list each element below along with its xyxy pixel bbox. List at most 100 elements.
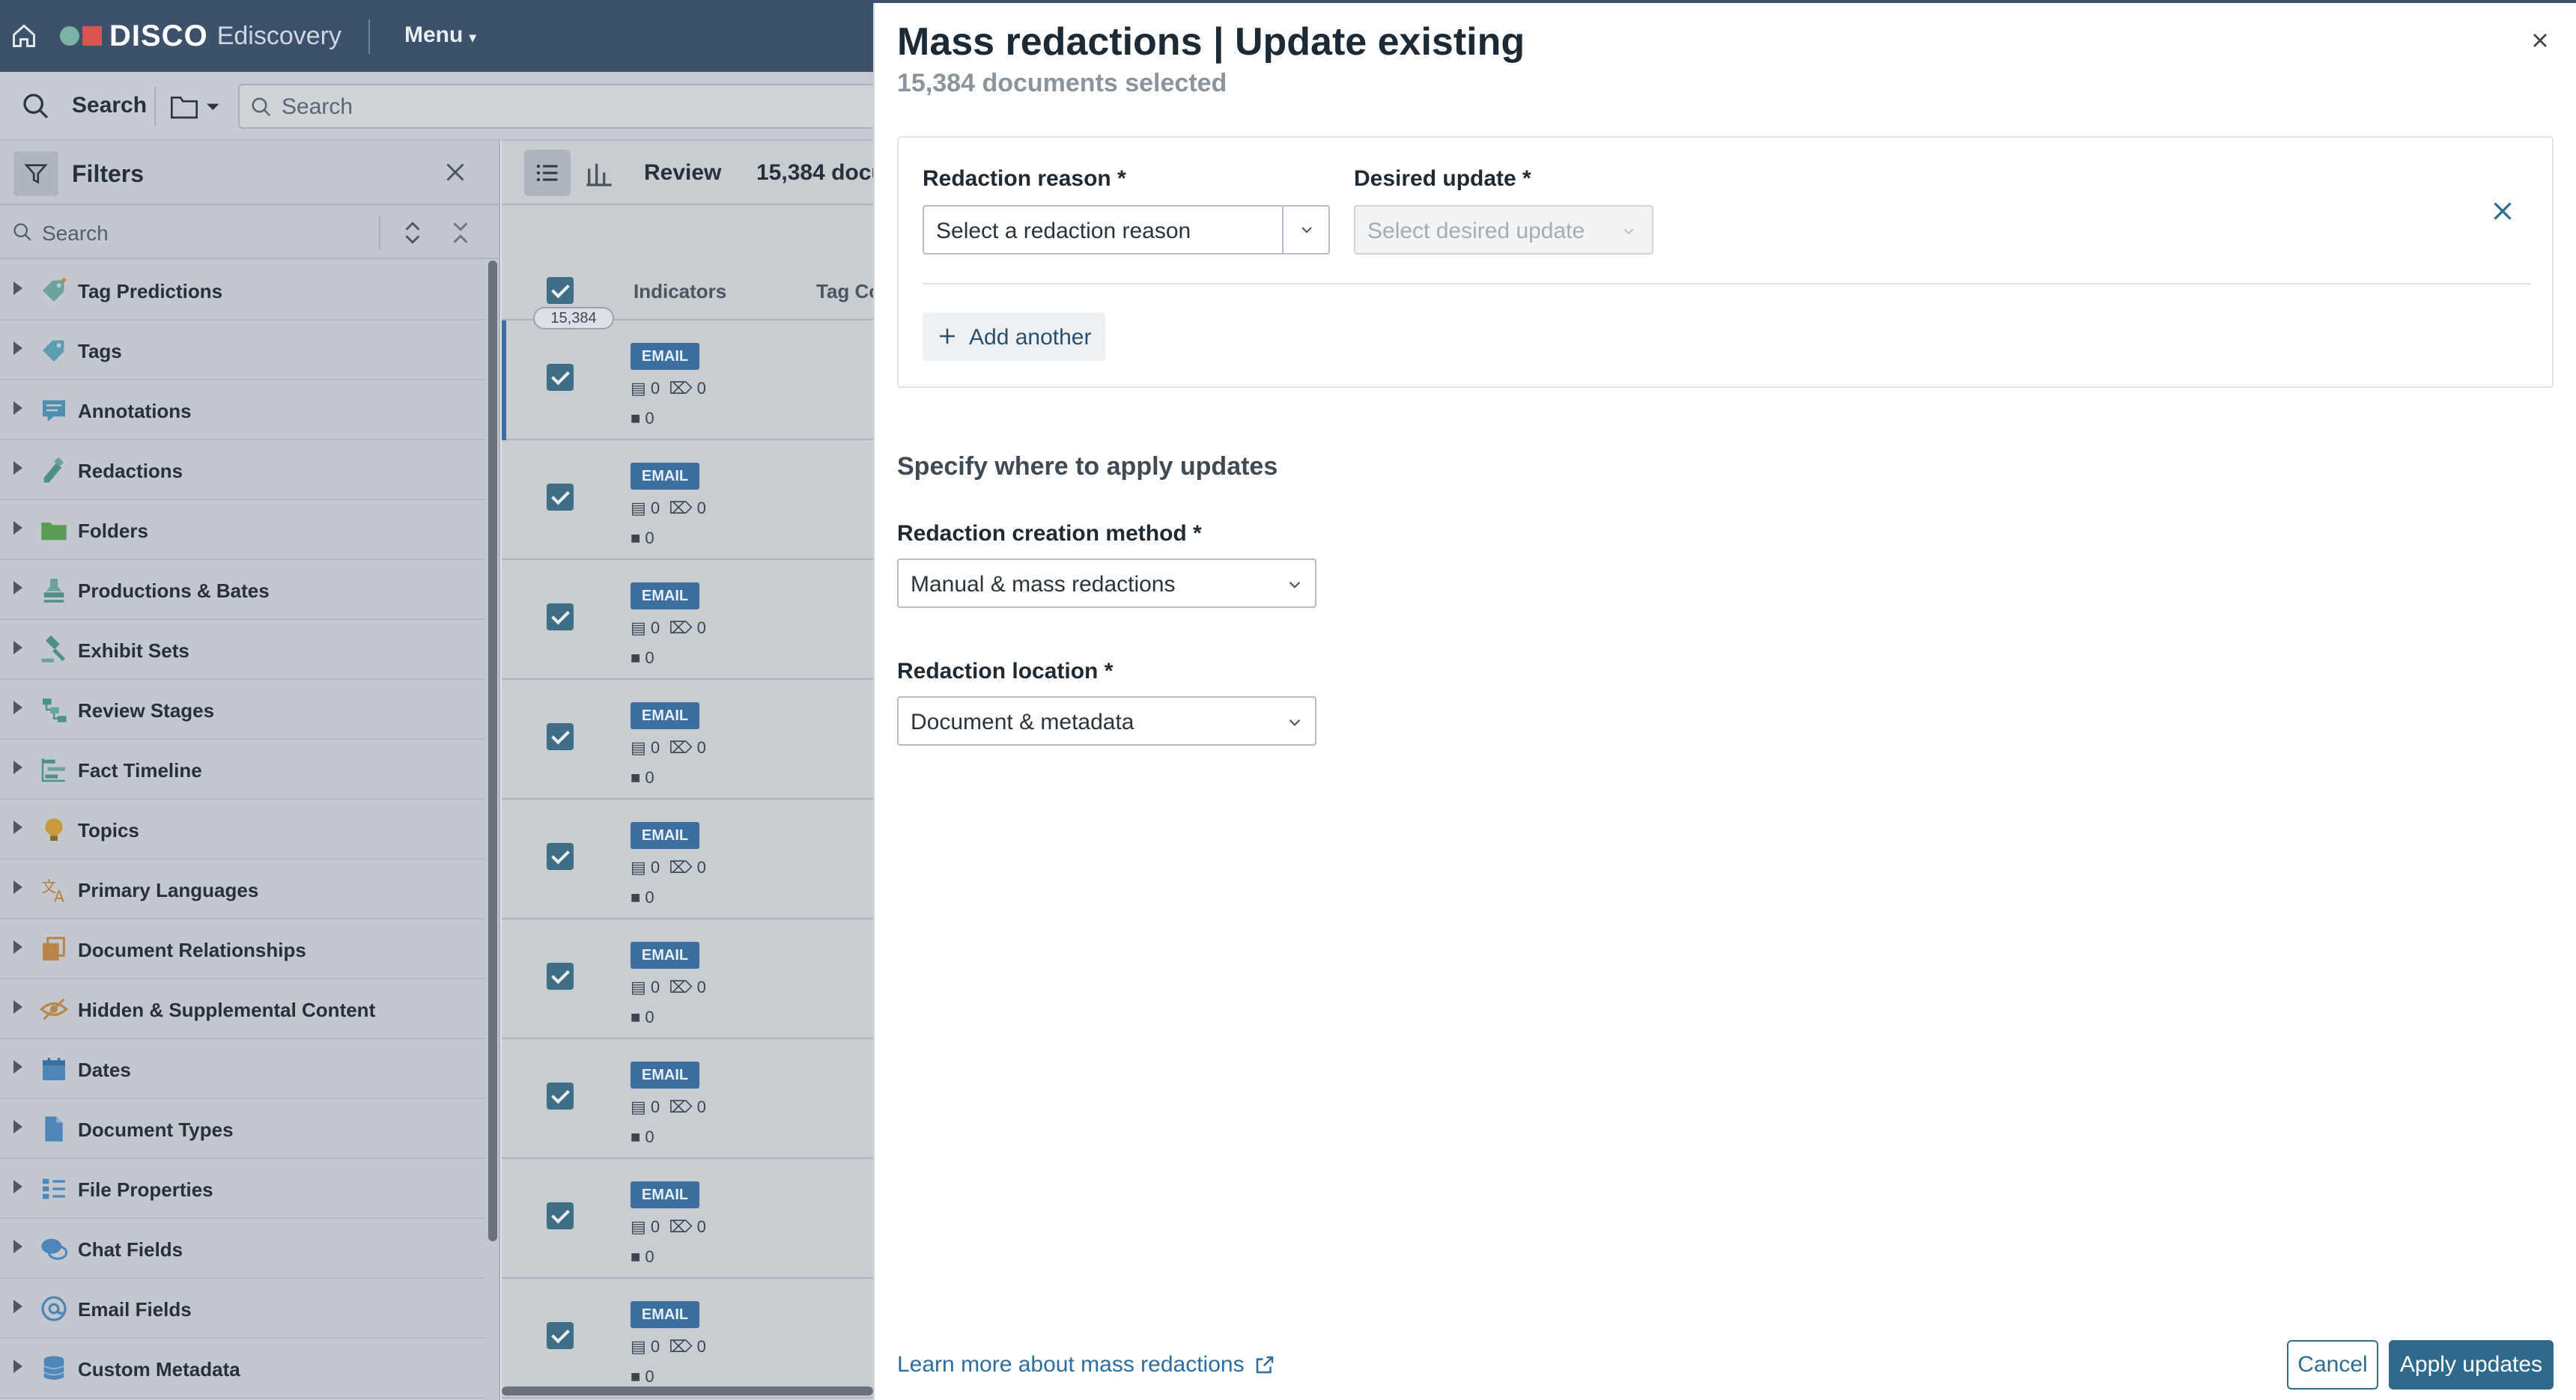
close-icon[interactable] [2528,28,2552,52]
expand-arrow-icon[interactable] [13,581,22,594]
row-checkbox[interactable] [547,1083,574,1110]
expand-arrow-icon[interactable] [13,880,22,894]
document-row[interactable]: EMAIL ▤ 0 ⌦ 0 ■ 0 [502,919,873,1039]
filter-item[interactable]: Productions & Bates [0,560,485,620]
filter-item[interactable]: Tags [0,320,485,380]
filter-item[interactable]: Hidden & Supplemental Content [0,979,485,1039]
learn-more-link[interactable]: Learn more about mass redactions [897,1352,1276,1378]
row-checkbox[interactable] [547,603,574,630]
redaction-location-select[interactable]: Document & metadata [897,696,1316,746]
expand-arrow-icon[interactable] [13,341,22,355]
menu-button[interactable]: Menu ▾ [404,22,476,48]
row-folder-indicator: ■ 0 [631,1127,654,1147]
apply-updates-button[interactable]: Apply updates [2389,1340,2554,1390]
close-filters-icon[interactable] [442,159,469,186]
document-row[interactable]: EMAIL ▤ 0 ⌦ 0 ■ 0 [502,1159,873,1279]
column-indicators[interactable]: Indicators [634,280,726,303]
creation-method-label: Redaction creation method * [897,521,1202,546]
folder-dropdown-icon[interactable] [169,91,222,121]
document-row[interactable]: EMAIL ▤ 0 ⌦ 0 ■ 0 [502,560,873,680]
expand-arrow-icon[interactable] [13,761,22,774]
home-icon[interactable] [10,22,37,49]
expand-arrow-icon[interactable] [13,281,22,295]
filter-item[interactable]: Topics [0,800,485,859]
filter-item[interactable]: Annotations [0,380,485,440]
row-checkbox[interactable] [547,1202,574,1229]
document-row[interactable]: EMAIL ▤ 0 ⌦ 0 ■ 0 [502,800,873,919]
select-all-checkbox[interactable] [547,277,574,304]
filters-scrollbar[interactable] [488,261,497,1241]
expand-arrow-icon[interactable] [13,1300,22,1313]
expand-arrow-icon[interactable] [13,461,22,475]
filter-item-label: Email Fields [78,1298,192,1321]
collapse-all-icon[interactable] [449,220,472,246]
filter-item[interactable]: 文 A Primary Languages [0,859,485,919]
filter-item[interactable]: Dates [0,1039,485,1099]
filter-item[interactable]: Tag Predictions [0,261,485,320]
expand-arrow-icon[interactable] [13,1120,22,1133]
expand-arrow-icon[interactable] [13,1180,22,1193]
comment-icon: ▤ [631,618,646,637]
filter-search-input[interactable]: Search [0,207,499,259]
document-horizontal-scrollbar[interactable] [502,1387,873,1396]
search-icon[interactable] [21,91,51,121]
desired-update-placeholder: Select desired update [1367,219,1585,243]
creation-method-select[interactable]: Manual & mass redactions [897,559,1316,608]
row-checkbox[interactable] [547,963,574,990]
mass-redactions-modal: Mass redactions | Update existing 15,384… [873,3,2576,1400]
filter-item[interactable]: Exhibit Sets [0,620,485,680]
redaction-reason-dropdown-button[interactable] [1282,207,1328,253]
row-checkbox[interactable] [547,484,574,511]
search-label[interactable]: Search [72,93,147,118]
desired-update-select[interactable]: Select desired update [1354,205,1653,255]
filter-item[interactable]: Redactions [0,440,485,500]
chart-view-icon[interactable] [584,159,614,189]
filter-item[interactable]: Fact Timeline [0,740,485,800]
filter-item[interactable]: Custom Metadata [0,1339,485,1399]
expand-arrow-icon[interactable] [13,1360,22,1373]
expand-arrow-icon[interactable] [13,1000,22,1014]
filter-item[interactable]: Email Fields [0,1279,485,1339]
row-checkbox[interactable] [547,1322,574,1349]
expand-arrow-icon[interactable] [13,521,22,535]
document-row[interactable]: EMAIL ▤ 0 ⌦ 0 ■ 0 [502,320,873,440]
search-input[interactable]: Search [238,84,912,129]
expand-arrow-icon[interactable] [13,641,22,654]
filter-item-label: Review Stages [78,699,215,722]
filter-item[interactable]: Folders [0,500,485,560]
row-checkbox[interactable] [547,364,574,391]
disco-logo[interactable]: DISCO Ediscovery [60,18,341,54]
cancel-button[interactable]: Cancel [2287,1340,2378,1390]
filter-item[interactable]: Document Relationships [0,919,485,979]
filter-item-label: File Properties [78,1178,213,1201]
document-row[interactable]: EMAIL ▤ 0 ⌦ 0 ■ 0 [502,440,873,560]
expand-arrow-icon[interactable] [13,401,22,415]
remove-row-icon[interactable] [2489,198,2516,225]
row-checkbox[interactable] [547,723,574,750]
filter-item[interactable]: File Properties [0,1159,485,1219]
add-another-button[interactable]: Add another [923,313,1105,361]
document-row[interactable]: EMAIL ▤ 0 ⌦ 0 ■ 0 [502,1279,873,1399]
attachment-icon: ⌦ [669,1217,693,1236]
folder-icon [41,523,67,541]
email-badge: EMAIL [631,1062,699,1089]
expand-arrow-icon[interactable] [13,1240,22,1253]
column-tag[interactable]: Tag Co [816,280,881,303]
document-row[interactable]: EMAIL ▤ 0 ⌦ 0 ■ 0 [502,680,873,800]
redaction-reason-select[interactable]: Select a redaction reason [923,205,1330,255]
document-row[interactable]: EMAIL ▤ 0 ⌦ 0 ■ 0 [502,1039,873,1159]
expand-all-icon[interactable] [401,220,424,246]
expand-arrow-icon[interactable] [13,1060,22,1074]
expand-arrow-icon[interactable] [13,940,22,954]
expand-arrow-icon[interactable] [13,821,22,834]
filter-item[interactable]: Chat Fields [0,1219,485,1279]
filter-item[interactable]: Document Types [0,1099,485,1159]
list-view-button[interactable] [524,150,571,196]
filter-item[interactable]: Review Stages [0,680,485,740]
chevron-down-icon [1623,228,1634,235]
filter-toggle-button[interactable] [13,151,58,196]
plus-icon [940,329,955,344]
row-checkbox[interactable] [547,843,574,870]
expand-arrow-icon[interactable] [13,701,22,714]
row-folder-indicator: ■ 0 [631,648,654,668]
